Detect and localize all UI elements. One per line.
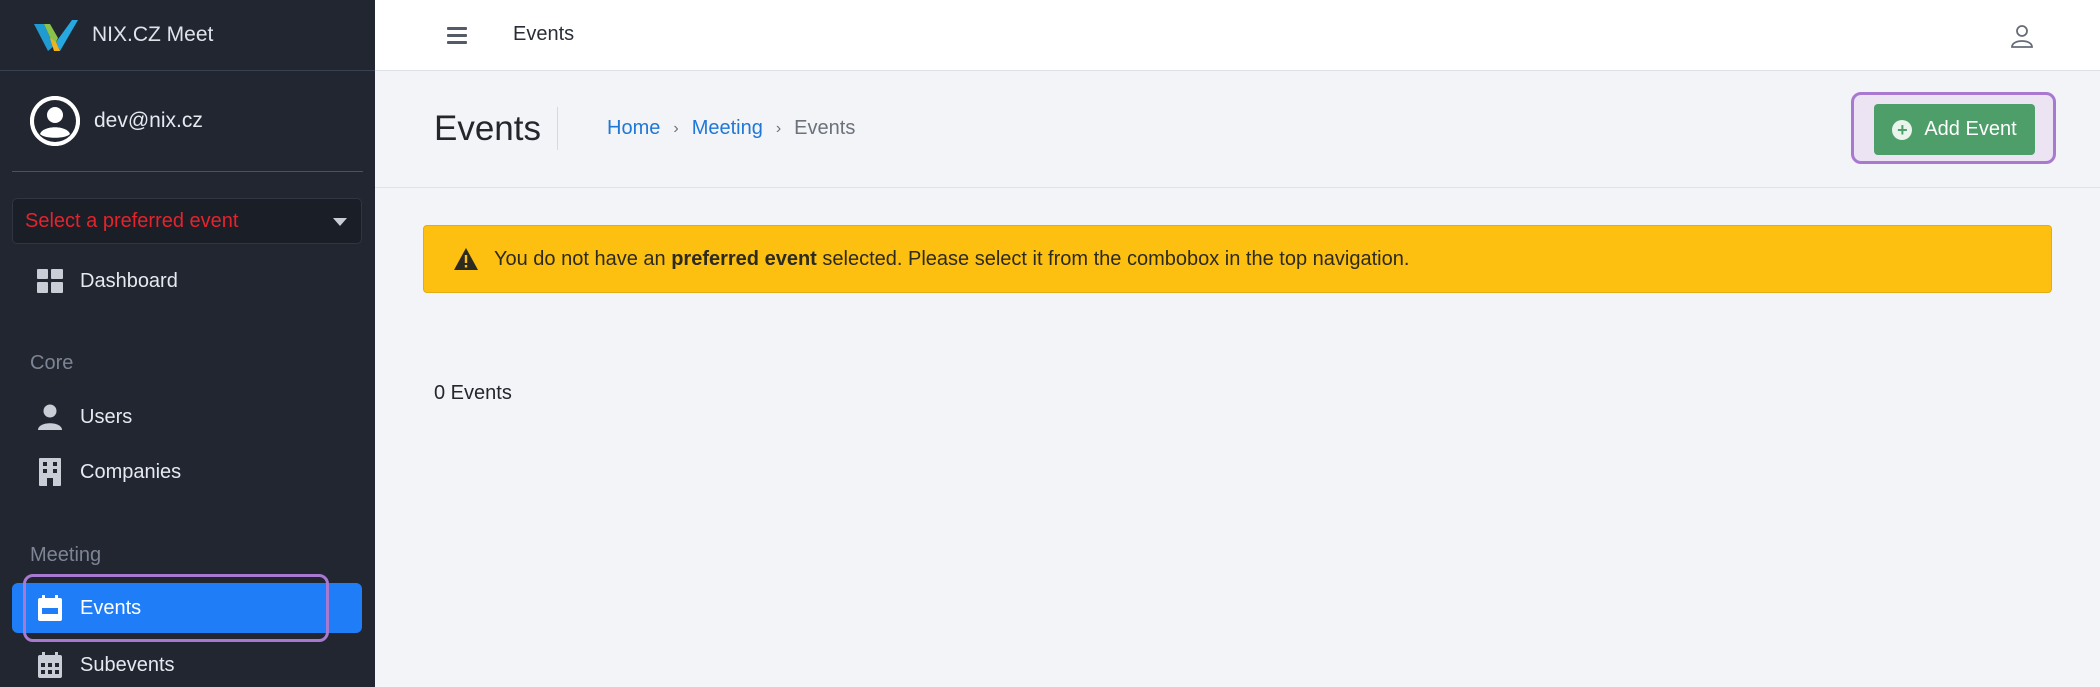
alert-text-end: selected. Please select it from the comb…: [816, 247, 1410, 270]
alert-text-start: You do not have an: [494, 247, 672, 270]
brand-logo-icon: [34, 20, 78, 51]
breadcrumb-separator-icon: ›: [775, 119, 782, 137]
building-icon: [36, 458, 64, 486]
nav-heading-meeting: Meeting: [30, 544, 102, 566]
warning-alert: You do not have an preferred event selec…: [423, 225, 2052, 293]
warning-triangle-icon: [454, 248, 478, 270]
dashboard-icon: [36, 267, 64, 295]
breadcrumb-home[interactable]: Home: [607, 117, 660, 140]
breadcrumb-separator-icon: ›: [673, 119, 679, 137]
breadcrumb-current: Events: [794, 117, 856, 139]
topbar-title: Events: [513, 23, 575, 45]
sidebar-item-users[interactable]: Users: [12, 392, 362, 442]
sidebar-item-companies[interactable]: Companies: [12, 447, 362, 497]
add-event-button[interactable]: + Add Event: [1874, 104, 2035, 155]
topbar: Events: [375, 0, 2100, 71]
events-highlight-frame: [23, 574, 329, 642]
user-avatar-icon: [30, 96, 80, 146]
user-email: dev@nix.cz: [94, 109, 203, 132]
caret-down-icon: [333, 218, 347, 226]
alert-text-bold: preferred event: [671, 247, 817, 270]
avatar: [30, 96, 80, 146]
breadcrumb: Home › Meeting › Events: [607, 117, 855, 140]
user-profile[interactable]: dev@nix.cz: [0, 71, 375, 171]
title-divider: [557, 107, 558, 150]
sidebar-item-subevents[interactable]: Subevents: [12, 640, 362, 687]
preferred-event-placeholder: Select a preferred event: [25, 209, 239, 232]
sidebar-item-label: Subevents: [80, 653, 175, 676]
add-event-label: Add Event: [1924, 118, 2017, 140]
sidebar-divider: [12, 171, 363, 172]
sidebar-item-label: Companies: [80, 460, 182, 483]
sidebar-item-label: Users: [80, 405, 133, 428]
user-account-icon[interactable]: [2010, 24, 2034, 48]
sidebar: NIX.CZ Meet dev@nix.cz Select a preferre…: [0, 0, 375, 687]
page-title: Events: [434, 109, 541, 148]
user-icon: [36, 403, 64, 431]
hamburger-menu-icon[interactable]: [447, 27, 467, 45]
brand-name: NIX.CZ Meet: [92, 23, 214, 46]
sidebar-item-label: Dashboard: [80, 269, 178, 292]
brand[interactable]: NIX.CZ Meet: [0, 0, 375, 71]
plus-circle-icon: +: [1892, 119, 1913, 140]
events-count: 0 Events: [434, 382, 512, 404]
page-header: Events Home › Meeting › Events: [375, 71, 2100, 188]
alert-text: You do not have an preferred event selec…: [494, 248, 1409, 271]
nav-heading-core: Core: [30, 352, 74, 374]
breadcrumb-meeting[interactable]: Meeting: [692, 117, 763, 140]
calendar-grid-icon: [36, 651, 64, 679]
sidebar-item-dashboard[interactable]: Dashboard: [12, 256, 362, 306]
preferred-event-select[interactable]: Select a preferred event: [12, 198, 362, 244]
